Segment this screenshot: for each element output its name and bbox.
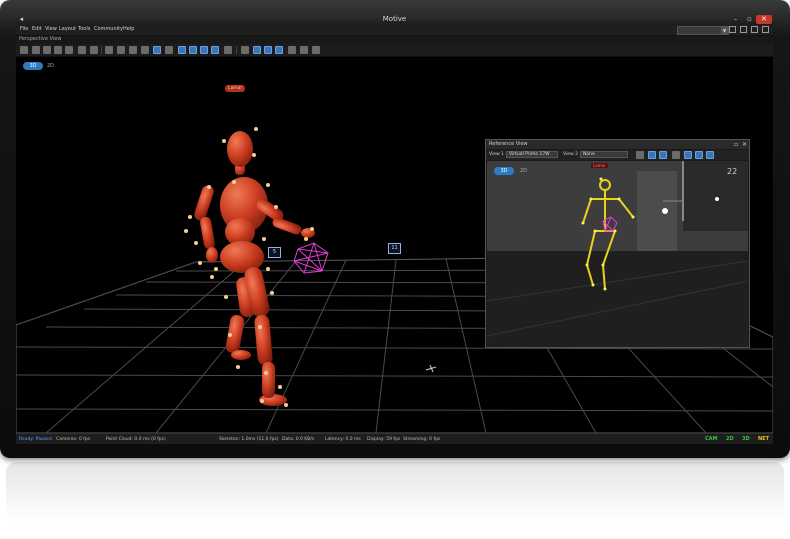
menu-edit[interactable]: Edit bbox=[32, 26, 42, 32]
ref-translate-icon[interactable] bbox=[695, 151, 703, 159]
camera-marker-icon[interactable]: 5 bbox=[268, 247, 281, 258]
status-streaming: Streaming: 0 fps bbox=[403, 437, 441, 442]
toolbar-divider bbox=[101, 46, 102, 54]
layout-create-icon[interactable] bbox=[740, 26, 747, 33]
measure-icon[interactable] bbox=[141, 46, 149, 54]
menu-bar: File Edit View Layout Tools Community He… bbox=[16, 25, 773, 36]
layout-calibrate-icon[interactable] bbox=[729, 26, 736, 33]
maximize-button[interactable]: ▫ bbox=[743, 15, 756, 24]
reference-scene bbox=[487, 161, 748, 347]
perspective-view-header: Perspective View bbox=[16, 36, 773, 44]
monitor-reflection bbox=[6, 462, 784, 522]
snapshot-icon[interactable] bbox=[78, 46, 86, 54]
reference-view-panel: Reference View ▫ ✕ View 1 Virtual Prime … bbox=[485, 139, 750, 348]
ref-rotate-icon[interactable] bbox=[706, 151, 714, 159]
zoom-in-icon[interactable] bbox=[43, 46, 51, 54]
chevron-down-icon: ▼ bbox=[721, 27, 728, 34]
cut-icon[interactable] bbox=[90, 46, 98, 54]
link-icon[interactable] bbox=[105, 46, 113, 54]
status-cam-indicator: CAM bbox=[705, 436, 718, 442]
perspective-viewport[interactable]: 3D 2D Lamar 5 11 Reference View ▫ ✕ View… bbox=[16, 57, 773, 433]
view2-select[interactable]: None bbox=[580, 151, 628, 158]
app-window: ⯇ Motive – ▫ ✕ File Edit View Layout Too… bbox=[16, 14, 773, 444]
perspective-view-title: Perspective View bbox=[19, 36, 62, 42]
axis-toggle-icon[interactable] bbox=[153, 46, 161, 54]
menu-file[interactable]: File bbox=[20, 26, 28, 32]
reference-asset-label: Lamar bbox=[591, 163, 608, 168]
monitor-bezel: ⯇ Motive – ▫ ✕ File Edit View Layout Too… bbox=[0, 0, 790, 458]
zoom-out-icon[interactable] bbox=[54, 46, 62, 54]
camera-marker-icon[interactable]: 11 bbox=[388, 243, 401, 254]
view2-label: View 2 bbox=[563, 152, 578, 157]
ref-overlay-icon[interactable] bbox=[659, 151, 667, 159]
undock-icon[interactable]: ▫ bbox=[734, 141, 738, 148]
reference-view-titlebar: Reference View ▫ ✕ bbox=[486, 140, 749, 149]
select-mode-icon[interactable] bbox=[253, 46, 261, 54]
status-data: Data: 0.0 KB/s bbox=[282, 437, 315, 442]
status-pointcloud: Point Cloud: 0.0 ms (0 fps) bbox=[106, 437, 166, 442]
camera-icon[interactable] bbox=[32, 46, 40, 54]
rotate-icon[interactable] bbox=[117, 46, 125, 54]
view-camera-2-icon[interactable] bbox=[189, 46, 197, 54]
origin-marker bbox=[425, 364, 437, 373]
translate-mode-icon[interactable] bbox=[264, 46, 272, 54]
reference-frame-count: 22 bbox=[727, 167, 738, 176]
layout-edit-icon[interactable] bbox=[762, 26, 769, 33]
viewport-3d-toggle[interactable]: 3D bbox=[23, 62, 43, 70]
title-bar: ⯇ Motive – ▫ ✕ bbox=[16, 14, 773, 25]
camera-marker-label: 5 bbox=[272, 249, 277, 255]
viewport-toolbar bbox=[16, 44, 773, 57]
rigid-body bbox=[293, 242, 329, 274]
view1-label: View 1 bbox=[489, 152, 504, 157]
menu-layout[interactable]: Layout bbox=[59, 26, 76, 32]
menu-help[interactable]: Help bbox=[123, 26, 134, 32]
view-camera-1-icon[interactable] bbox=[178, 46, 186, 54]
status-skeleton: Skeleton: 1.0ms (11.0 fps) bbox=[219, 437, 279, 442]
asset-label: Lamar bbox=[225, 85, 246, 92]
status-3d-indicator: 3D bbox=[742, 436, 750, 442]
ref-camera-icon[interactable] bbox=[648, 151, 656, 159]
viewport-2d-toggle[interactable]: 2D bbox=[47, 62, 54, 70]
visibility-icon[interactable] bbox=[224, 46, 232, 54]
eye-icon[interactable] bbox=[241, 46, 249, 54]
reference-3d-toggle[interactable]: 3D bbox=[494, 167, 514, 175]
status-net-indicator: NET bbox=[758, 436, 770, 442]
close-button[interactable]: ✕ bbox=[756, 15, 772, 24]
pivot-icon[interactable] bbox=[288, 46, 296, 54]
camera-marker-label: 11 bbox=[391, 245, 398, 251]
ref-grid-icon[interactable] bbox=[672, 151, 680, 159]
menu-tools[interactable]: Tools bbox=[78, 26, 90, 32]
status-2d-indicator: 2D bbox=[726, 436, 734, 442]
layout-dropdown[interactable]: ▼ bbox=[677, 26, 729, 35]
view1-select[interactable]: Virtual Prime 17W bbox=[506, 151, 558, 158]
status-cameras: Cameras: 0 fps bbox=[56, 437, 91, 442]
view-camera-4-icon[interactable] bbox=[211, 46, 219, 54]
menu-view[interactable]: View bbox=[45, 26, 57, 32]
reference-2d-toggle[interactable]: 2D bbox=[520, 167, 527, 175]
fit-view-icon[interactable] bbox=[65, 46, 73, 54]
status-state: Ready: Paused bbox=[19, 437, 52, 442]
window-title: Motive bbox=[382, 15, 407, 23]
minimize-button[interactable]: – bbox=[729, 15, 742, 24]
ref-select-icon[interactable] bbox=[684, 151, 692, 159]
search-icon[interactable] bbox=[636, 151, 644, 159]
status-latency: Latency: 0.0 ms bbox=[325, 437, 361, 442]
reference-view-toolbar: View 1 Virtual Prime 17W View 2 None bbox=[486, 150, 749, 160]
grid-icon[interactable] bbox=[20, 46, 28, 54]
reset-icon[interactable] bbox=[312, 46, 320, 54]
reference-video[interactable]: 3D 2D 22 Lamar bbox=[487, 161, 748, 347]
rotate-mode-icon[interactable] bbox=[275, 46, 283, 54]
panel-close-icon[interactable]: ✕ bbox=[742, 141, 747, 148]
toolbar-divider bbox=[236, 46, 237, 54]
align-icon[interactable] bbox=[300, 46, 308, 54]
view-camera-3-icon[interactable] bbox=[200, 46, 208, 54]
status-bar: Ready: Paused Cameras: 0 fps Point Cloud… bbox=[16, 433, 773, 444]
marker-icon[interactable] bbox=[129, 46, 137, 54]
label-toggle-icon[interactable] bbox=[165, 46, 173, 54]
status-display: Display: 59 fps bbox=[367, 437, 401, 442]
layout-capture-icon[interactable] bbox=[751, 26, 758, 33]
menu-community[interactable]: Community bbox=[94, 26, 123, 32]
reference-view-title: Reference View bbox=[489, 141, 528, 147]
